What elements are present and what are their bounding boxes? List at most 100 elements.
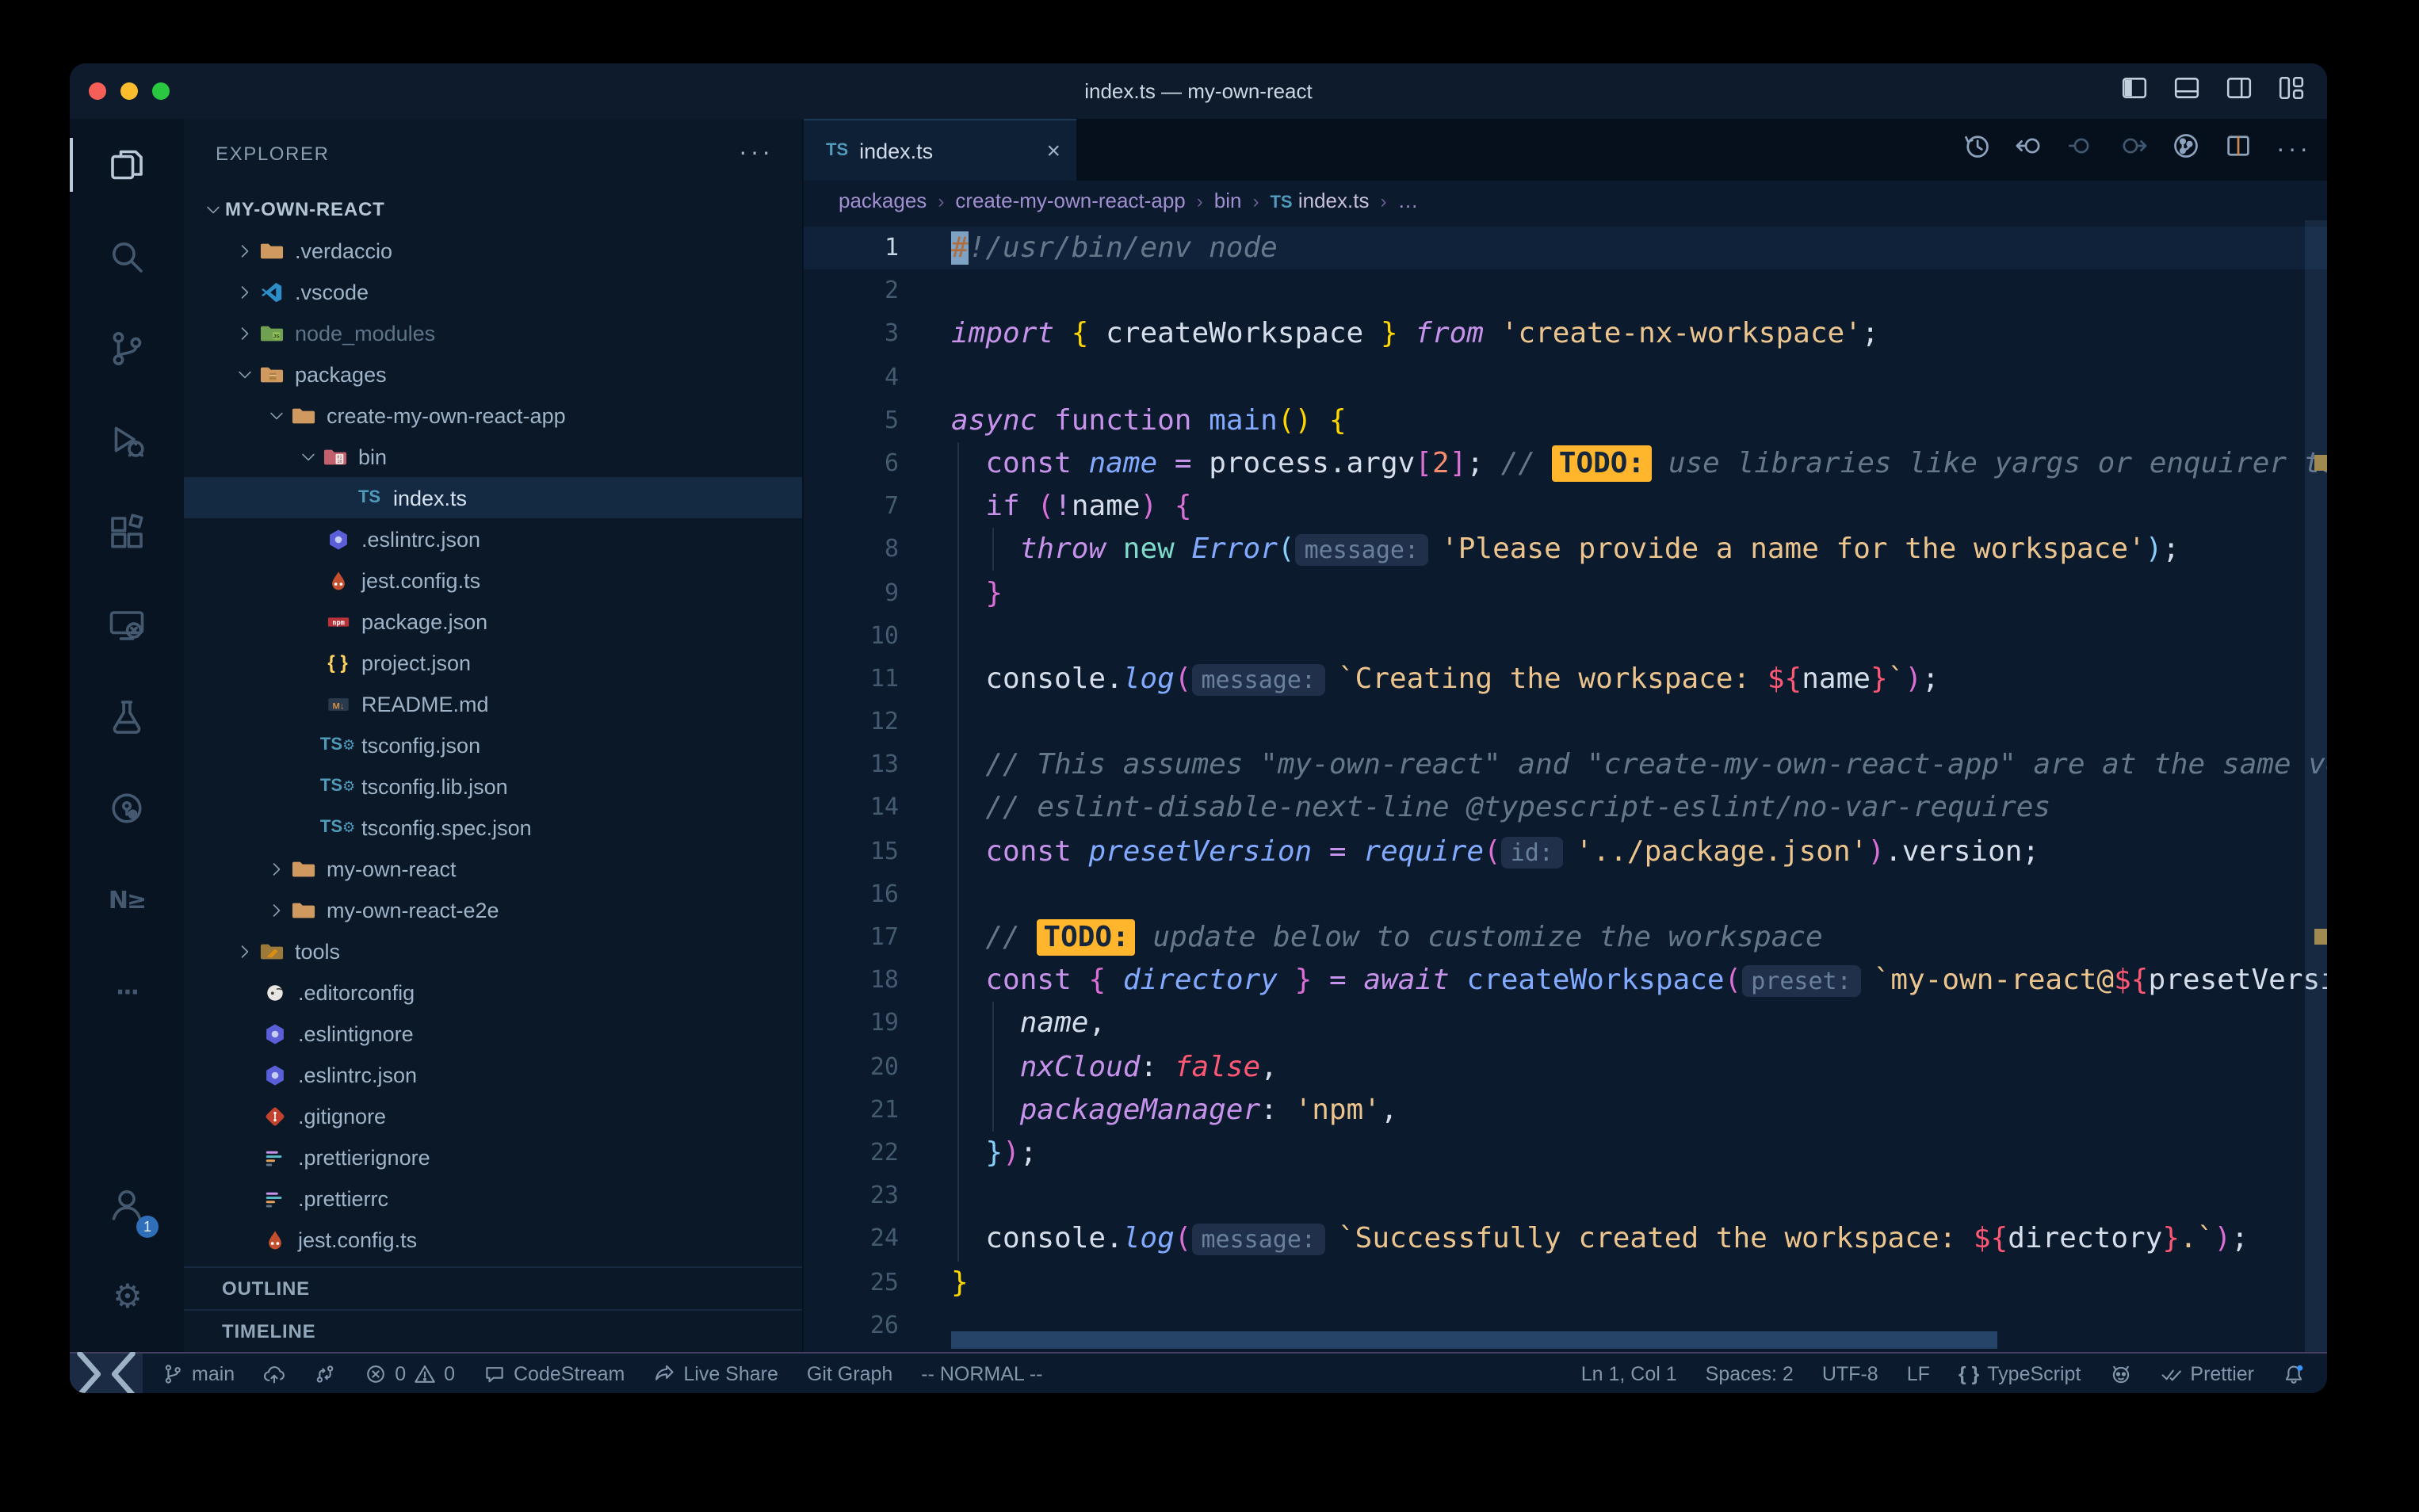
- tree-item-.vscode[interactable]: .vscode: [184, 271, 802, 312]
- title-bar[interactable]: index.ts — my-own-react: [70, 63, 2327, 119]
- navigate-forward-icon[interactable]: [2119, 132, 2148, 168]
- toggle-primary-sidebar-icon[interactable]: [2121, 74, 2148, 109]
- code-line-12[interactable]: 12: [804, 701, 2327, 743]
- status-indentation[interactable]: Spaces: 2: [1706, 1362, 1794, 1384]
- tree-item-package.json[interactable]: npmpackage.json: [184, 601, 802, 642]
- status-language-mode[interactable]: { }TypeScript: [1959, 1362, 2081, 1384]
- tree-item-.eslintrc.json[interactable]: .eslintrc.json: [184, 1054, 802, 1095]
- tree-item-packages[interactable]: packages: [184, 353, 802, 395]
- activity-run-debug-icon[interactable]: [70, 395, 184, 487]
- tree-item-jest.config.ts[interactable]: jest.config.ts: [184, 559, 802, 601]
- tree-item-tsconfig.json[interactable]: TS⚙tsconfig.json: [184, 724, 802, 766]
- activity-source-control-icon[interactable]: [70, 303, 184, 395]
- code-line-16[interactable]: 16: [804, 873, 2327, 916]
- git-graph-view-icon[interactable]: [2172, 132, 2200, 168]
- split-editor-icon[interactable]: [2224, 132, 2253, 168]
- breadcrumb-index.ts[interactable]: TS index.ts: [1270, 189, 1369, 212]
- horizontal-scrollbar[interactable]: [951, 1331, 1997, 1349]
- activity-gitlens-icon[interactable]: [70, 762, 184, 854]
- tree-item-jest.config.ts[interactable]: jest.config.ts: [184, 1219, 802, 1260]
- breadcrumb--[interactable]: …: [1397, 189, 1418, 212]
- code-line-15[interactable]: 15 const presetVersion = require(id:'../…: [804, 830, 2327, 872]
- breadcrumb-packages[interactable]: packages: [839, 189, 927, 212]
- status-vim-mode[interactable]: -- NORMAL --: [921, 1362, 1042, 1384]
- tree-item-.editorconfig[interactable]: .editorconfig: [184, 972, 802, 1013]
- code-line-24[interactable]: 24 console.log(message:`Successfully cre…: [804, 1218, 2327, 1261]
- activity-search-icon[interactable]: [70, 211, 184, 303]
- code-editor[interactable]: 1#!/usr/bin/env node23import { createWor…: [804, 220, 2327, 1352]
- code-line-25[interactable]: 25}: [804, 1261, 2327, 1304]
- code-line-5[interactable]: 5async function main() {: [804, 399, 2327, 442]
- close-window-button[interactable]: [89, 82, 106, 100]
- status-live-share[interactable]: Live Share: [653, 1362, 778, 1384]
- nav-circle-icon[interactable]: [2067, 132, 2096, 168]
- tree-item-bin[interactable]: 0110bin: [184, 436, 802, 477]
- toggle-secondary-sidebar-icon[interactable]: [2226, 74, 2253, 109]
- breadcrumb[interactable]: packages›create-my-own-react-app›bin›TS …: [804, 181, 2327, 220]
- outline-section-header[interactable]: OUTLINE: [184, 1266, 802, 1309]
- code-line-23[interactable]: 23: [804, 1174, 2327, 1217]
- code-line-14[interactable]: 14 // eslint-disable-next-line @typescri…: [804, 787, 2327, 830]
- code-line-22[interactable]: 22 });: [804, 1132, 2327, 1174]
- code-line-17[interactable]: 17 // TODO: update below to customize th…: [804, 916, 2327, 959]
- activity-explorer-icon[interactable]: [70, 119, 184, 211]
- activity-testing-icon[interactable]: [70, 670, 184, 762]
- navigate-back-icon[interactable]: [2015, 132, 2043, 168]
- activity-remote-explorer-icon[interactable]: [70, 578, 184, 670]
- tree-item-index.ts[interactable]: TSindex.ts: [184, 477, 802, 518]
- tree-item-project.json[interactable]: { }project.json: [184, 642, 802, 683]
- code-line-1[interactable]: 1#!/usr/bin/env node: [804, 227, 2327, 269]
- tree-item-tools[interactable]: tools: [184, 930, 802, 972]
- code-line-20[interactable]: 20 nxCloud: false,: [804, 1045, 2327, 1088]
- activity-nx-console-icon[interactable]: N≥: [70, 854, 184, 946]
- explorer-more-actions-icon[interactable]: ···: [739, 139, 774, 168]
- activity-more-views-icon[interactable]: ···: [70, 946, 184, 1038]
- status-git-branch[interactable]: main: [162, 1362, 235, 1384]
- tree-item-.gitignore[interactable]: .gitignore: [184, 1095, 802, 1136]
- code-line-10[interactable]: 10: [804, 614, 2327, 657]
- status-prettier[interactable]: Prettier: [2160, 1362, 2254, 1384]
- timeline-history-icon[interactable]: [1962, 132, 1991, 168]
- code-line-7[interactable]: 7 if (!name) {: [804, 485, 2327, 528]
- status-codestream[interactable]: CodeStream: [483, 1362, 625, 1384]
- status-eol[interactable]: LF: [1907, 1362, 1930, 1384]
- tree-item-my-own-react-e2e[interactable]: my-own-react-e2e: [184, 889, 802, 930]
- code-line-6[interactable]: 6 const name = process.argv[2]; // TODO:…: [804, 442, 2327, 485]
- tab-index-ts[interactable]: TS index.ts ×: [804, 119, 1076, 181]
- code-line-18[interactable]: 18 const { directory } = await createWor…: [804, 959, 2327, 1002]
- status-publish-changes[interactable]: [263, 1362, 285, 1384]
- more-actions-icon[interactable]: ···: [2276, 136, 2311, 164]
- activity-settings-icon[interactable]: ⚙: [70, 1250, 184, 1342]
- close-tab-icon[interactable]: ×: [1046, 137, 1060, 164]
- code-line-8[interactable]: 8 throw new Error(message:'Please provid…: [804, 529, 2327, 571]
- timeline-section-header[interactable]: TIMELINE: [184, 1309, 802, 1352]
- tree-item-my-own-react[interactable]: MY-OWN-REACT: [184, 189, 802, 230]
- tree-item-create-my-own-react-app[interactable]: create-my-own-react-app: [184, 395, 802, 436]
- code-line-9[interactable]: 9 }: [804, 571, 2327, 614]
- code-line-11[interactable]: 11 console.log(message:`Creating the wor…: [804, 658, 2327, 701]
- tree-item-node-modules[interactable]: JSnode_modules: [184, 312, 802, 353]
- status-problems[interactable]: 00: [365, 1362, 455, 1384]
- tree-item-readme.md[interactable]: M↓README.md: [184, 683, 802, 724]
- zoom-window-button[interactable]: [152, 82, 170, 100]
- status-remote-indicator[interactable]: [70, 1354, 143, 1393]
- tree-item-.prettierignore[interactable]: .prettierignore: [184, 1136, 802, 1178]
- tree-item-.eslintignore[interactable]: .eslintignore: [184, 1013, 802, 1054]
- code-line-13[interactable]: 13 // This assumes "my-own-react" and "c…: [804, 744, 2327, 787]
- toggle-panel-icon[interactable]: [2173, 74, 2200, 109]
- code-line-2[interactable]: 2: [804, 269, 2327, 312]
- activity-accounts-icon[interactable]: 1: [70, 1159, 184, 1250]
- status-notifications[interactable]: [2283, 1362, 2305, 1384]
- activity-extensions-icon[interactable]: [70, 487, 184, 578]
- status-git-graph[interactable]: Git Graph: [807, 1362, 892, 1384]
- code-line-3[interactable]: 3import { createWorkspace } from 'create…: [804, 313, 2327, 356]
- tree-item-.prettierrc[interactable]: .prettierrc: [184, 1178, 802, 1219]
- customize-layout-icon[interactable]: [2278, 74, 2305, 109]
- code-line-21[interactable]: 21 packageManager: 'npm',: [804, 1089, 2327, 1132]
- status-compare-changes[interactable]: [314, 1362, 336, 1384]
- tree-item-.verdaccio[interactable]: .verdaccio: [184, 230, 802, 271]
- breadcrumb-create-my-own-react-app[interactable]: create-my-own-react-app: [955, 189, 1185, 212]
- status-cursor-position[interactable]: Ln 1, Col 1: [1581, 1362, 1677, 1384]
- tree-item-tsconfig.lib.json[interactable]: TS⚙tsconfig.lib.json: [184, 766, 802, 807]
- tree-item-tsconfig.spec.json[interactable]: TS⚙tsconfig.spec.json: [184, 807, 802, 848]
